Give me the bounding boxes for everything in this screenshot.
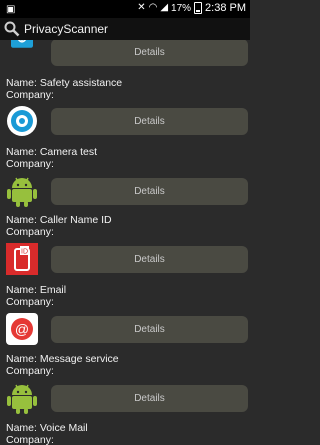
details-button[interactable]: Details xyxy=(51,316,248,343)
details-button[interactable]: Details xyxy=(51,246,248,273)
clock: 2:38 PM xyxy=(205,2,246,14)
app-info: Name: Camera test Company: xyxy=(6,146,97,170)
app-list: Details Name: Safety assistance Company:… xyxy=(0,40,250,445)
details-label: Details xyxy=(134,324,165,335)
caller-id-icon: ID xyxy=(6,243,38,275)
app-name: Name: Email xyxy=(6,284,67,296)
svg-text:@: @ xyxy=(15,321,29,337)
app-name: Name: Voice Mail xyxy=(6,422,88,434)
list-item: Details xyxy=(0,382,250,422)
app-company: Company: xyxy=(6,434,54,445)
app-name: Name: Camera test xyxy=(6,146,98,158)
app-info: Name: Voice Mail Company: xyxy=(6,422,88,445)
list-item: Details xyxy=(0,105,250,145)
magnifier-icon[interactable] xyxy=(4,21,20,37)
android-icon xyxy=(7,177,37,207)
app-info: Name: Email Company: xyxy=(6,284,66,308)
status-icons: ✕ ◠ ◢ 17% 2:38 PM xyxy=(137,2,246,14)
app-company: Company: xyxy=(6,226,54,238)
wifi-icon: ◠ xyxy=(148,2,158,13)
status-bar: ▣ ✕ ◠ ◢ 17% 2:38 PM xyxy=(0,0,250,18)
details-label: Details xyxy=(134,116,165,127)
notification-area: ▣ xyxy=(6,3,15,16)
android-icon xyxy=(7,384,37,414)
app-name: Name: Caller Name ID xyxy=(6,214,112,226)
app-info: Name: Caller Name ID Company: xyxy=(6,214,112,238)
details-button[interactable]: Details xyxy=(51,108,248,135)
email-icon: @ xyxy=(6,313,38,345)
details-label: Details xyxy=(134,254,165,265)
list-item: Details xyxy=(0,175,250,215)
svg-text:ID: ID xyxy=(21,249,28,256)
list-item: @ Details xyxy=(0,313,250,353)
mute-icon: ✕ xyxy=(137,2,146,13)
app-name: Name: Safety assistance xyxy=(6,77,123,89)
details-label: Details xyxy=(134,393,165,404)
details-button[interactable]: Details xyxy=(51,40,248,66)
details-button[interactable]: Details xyxy=(51,178,248,205)
details-button[interactable]: Details xyxy=(51,385,248,412)
battery-icon xyxy=(194,2,203,14)
list-item: ID Details xyxy=(0,243,250,283)
app-name: Name: Message service xyxy=(6,353,119,365)
app-title: PrivacyScanner xyxy=(24,22,109,36)
action-bar: PrivacyScanner xyxy=(0,18,250,40)
app-info: Name: Message service Company: xyxy=(6,353,119,377)
battery-percent: 17% xyxy=(171,2,192,14)
app-info: Name: Safety assistance Company: xyxy=(6,77,122,101)
gear-icon xyxy=(7,106,37,136)
notification-icon: ▣ xyxy=(6,4,16,15)
app-company: Company: xyxy=(6,89,54,101)
details-label: Details xyxy=(134,47,165,58)
microphone-icon xyxy=(11,40,33,48)
details-label: Details xyxy=(134,186,165,197)
signal-icon: ◢ xyxy=(160,2,169,13)
app-company: Company: xyxy=(6,296,54,308)
app-company: Company: xyxy=(6,158,54,170)
list-item: Details xyxy=(0,40,250,74)
app-company: Company: xyxy=(6,365,54,377)
